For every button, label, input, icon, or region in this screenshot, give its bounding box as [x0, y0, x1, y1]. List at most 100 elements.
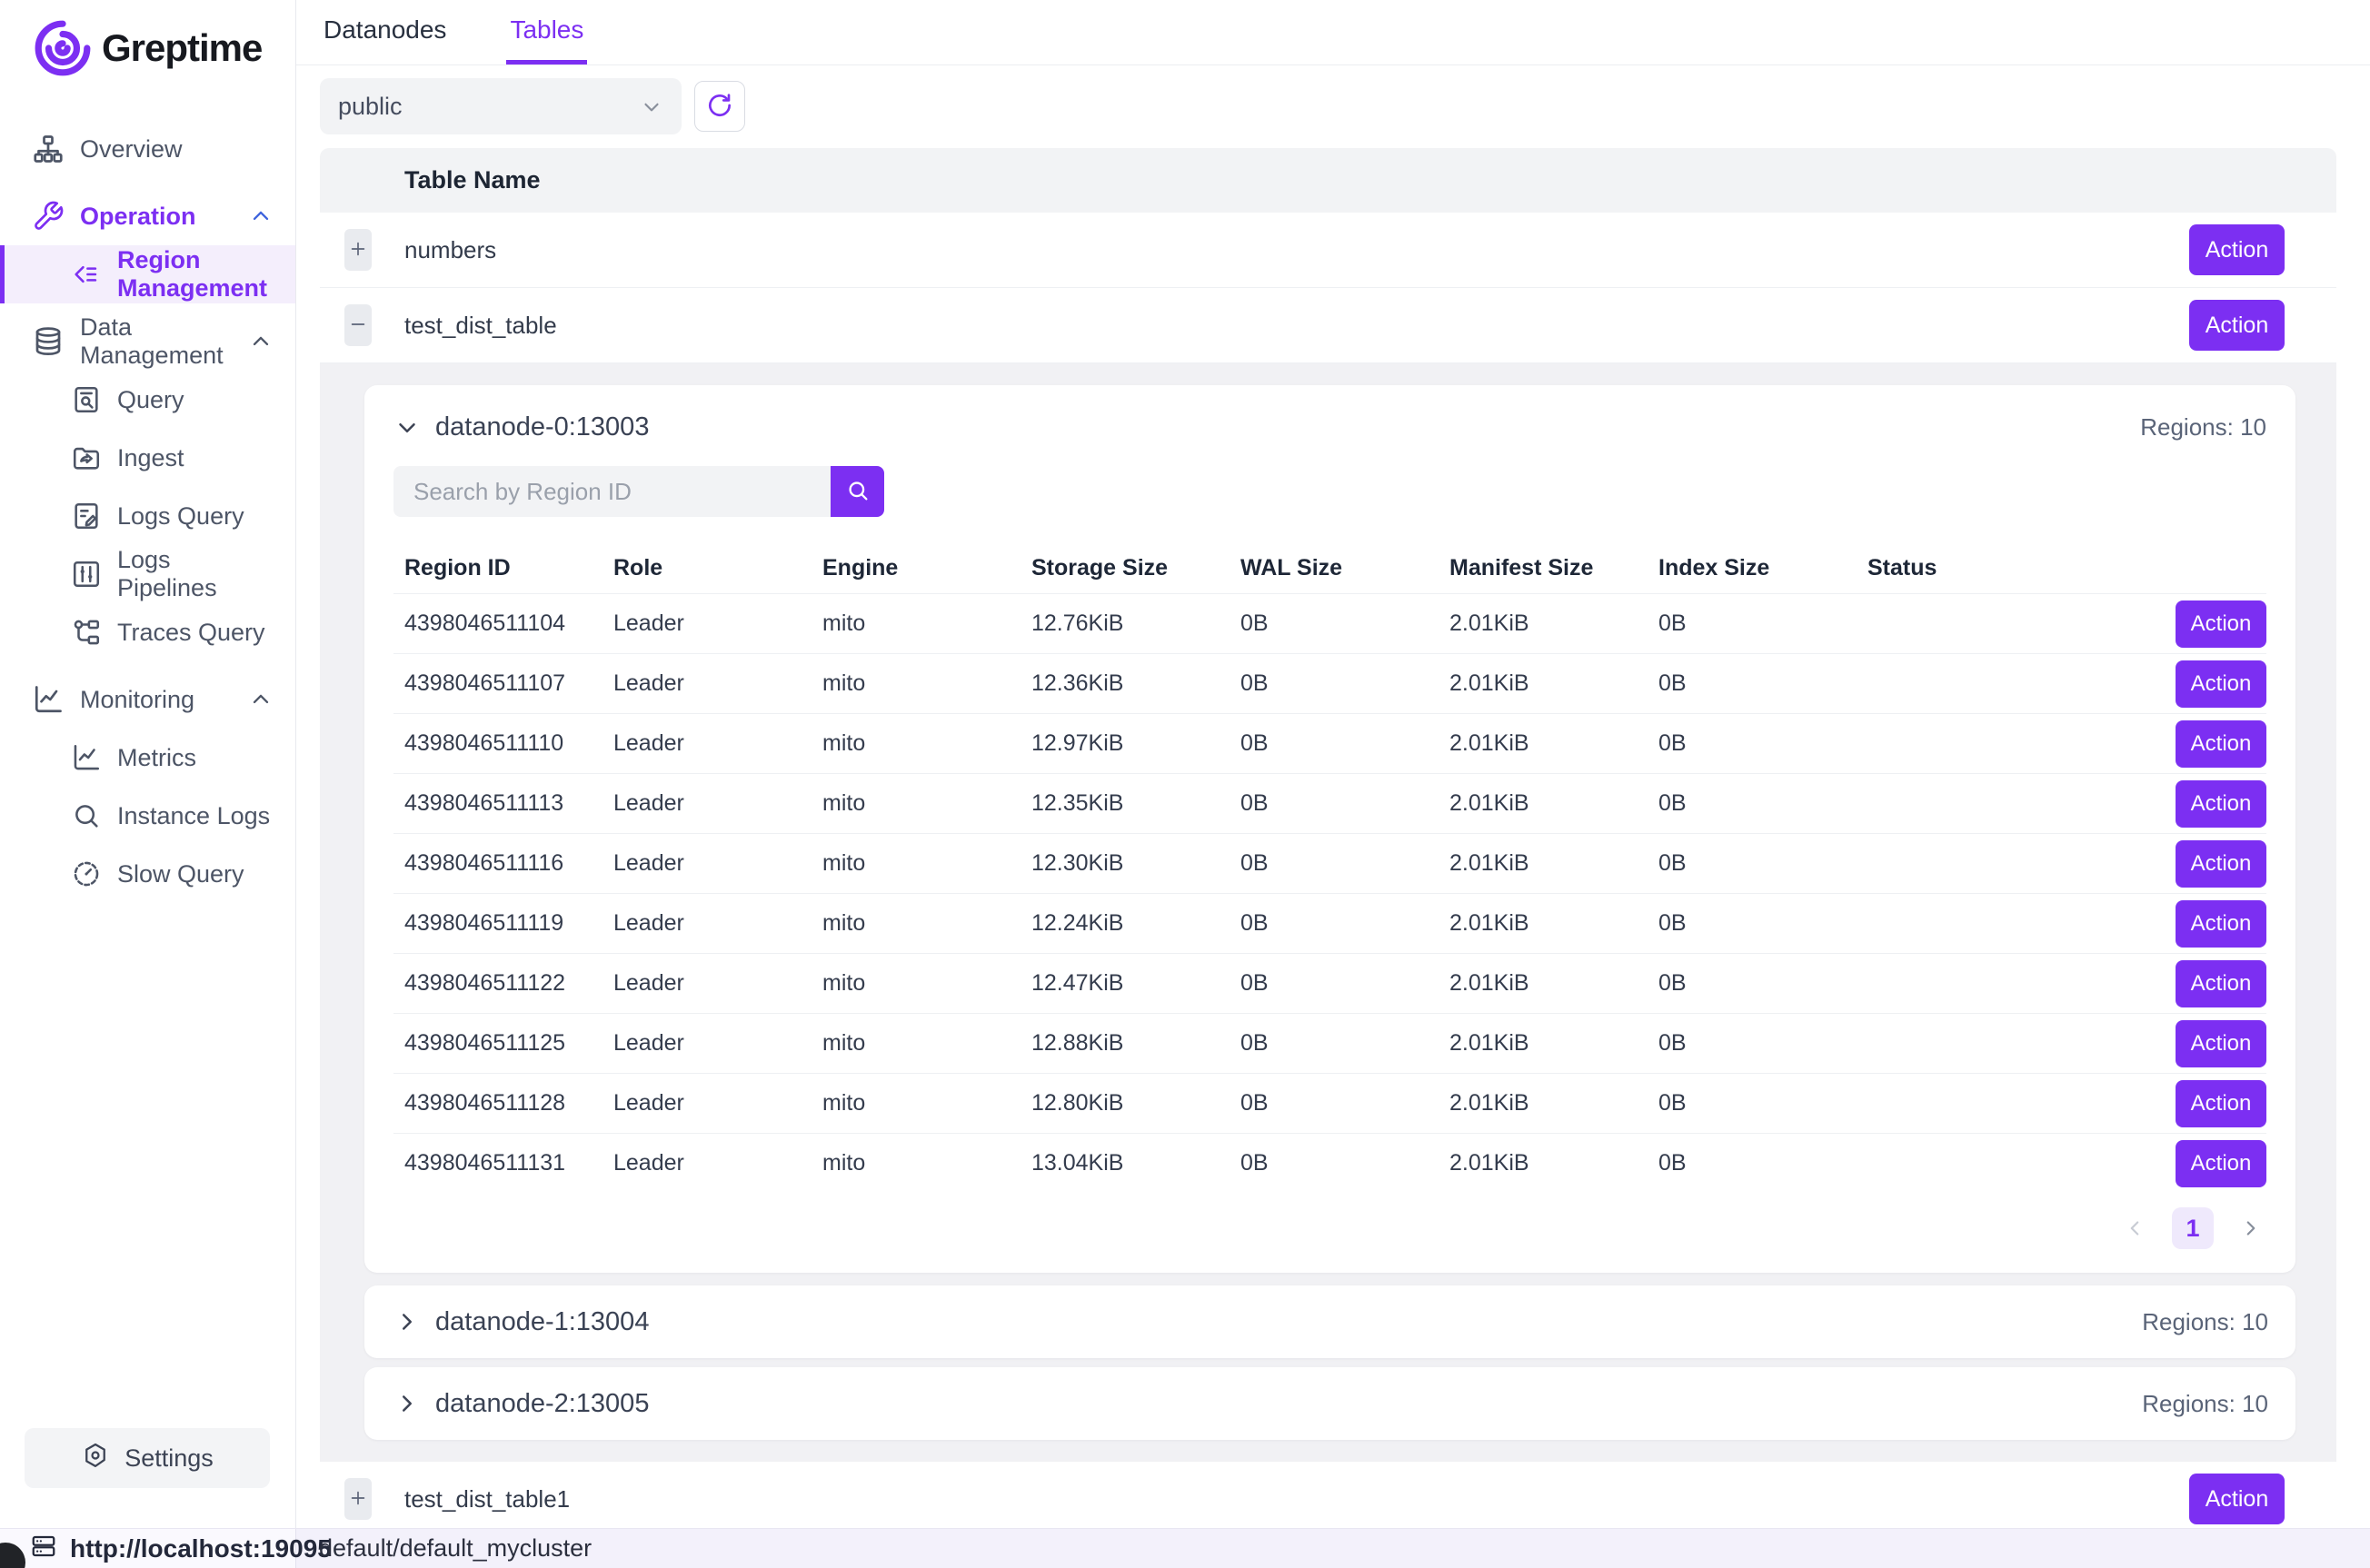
sidebar-item-traces-query[interactable]: Traces Query	[0, 603, 295, 661]
region-action-button[interactable]: Action	[2176, 1080, 2266, 1127]
sidebar-item-ingest[interactable]: Ingest	[0, 429, 295, 487]
logo[interactable]: Greptime	[0, 0, 295, 78]
sidebar-item-label: Logs Query	[117, 502, 244, 531]
server-url[interactable]: http://localhost:19095	[70, 1534, 332, 1563]
datanode-title: datanode-1:13004	[435, 1307, 649, 1337]
collapse-button[interactable]	[344, 304, 372, 346]
storage-size-cell: 12.76KiB	[1031, 610, 1240, 637]
index-size-cell: 0B	[1658, 610, 1867, 637]
sidebar-item-query[interactable]: Query	[0, 371, 295, 429]
chevron-up-icon	[248, 329, 274, 354]
doc-edit-icon	[71, 501, 102, 531]
region-table-header: Region IDRoleEngineStorage SizeWAL SizeM…	[393, 542, 2266, 593]
chevron-down-icon[interactable]	[393, 414, 421, 442]
region-row-4398046511122: 4398046511122Leadermito12.47KiB0B2.01KiB…	[393, 953, 2266, 1013]
engine-cell: mito	[822, 610, 1031, 637]
wal-size-cell: 0B	[1240, 910, 1449, 937]
engine-cell: mito	[822, 1090, 1031, 1116]
region-action-button[interactable]: Action	[2176, 600, 2266, 648]
sidebar-item-label: Overview	[80, 135, 183, 164]
expand-button[interactable]	[344, 1478, 372, 1520]
region-search-button[interactable]	[831, 466, 884, 517]
sidebar-item-instance-logs[interactable]: Instance Logs	[0, 787, 295, 845]
sidebar-item-slow-query[interactable]: Slow Query	[0, 845, 295, 903]
region-id-cell: 4398046511116	[404, 850, 613, 877]
table-row-numbers: numbers Action	[320, 213, 2336, 288]
region-id-cell: 4398046511107	[404, 670, 613, 697]
content: public Table Name	[296, 65, 2370, 1528]
sidebar-item-overview[interactable]: Overview	[0, 120, 295, 178]
sidebar-item-label: Traces Query	[117, 619, 265, 647]
folder-ingest-icon	[71, 442, 102, 473]
region-action-button[interactable]: Action	[2176, 1140, 2266, 1187]
tab-tables[interactable]: Tables	[506, 0, 587, 65]
database-icon	[32, 325, 65, 358]
region-row-4398046511125: 4398046511125Leadermito12.88KiB0B2.01KiB…	[393, 1013, 2266, 1073]
action-button[interactable]: Action	[2189, 224, 2285, 275]
manifest-size-cell: 2.01KiB	[1449, 850, 1658, 877]
column-header-wal-size: WAL Size	[1240, 555, 1449, 581]
sidebar-item-data-management[interactable]: Data Management	[0, 313, 295, 371]
expanded-datanode-section: datanode-0:13003 Regions: 10	[320, 363, 2336, 1462]
wal-size-cell: 0B	[1240, 1090, 1449, 1116]
column-header-region-id: Region ID	[404, 555, 613, 581]
datanode-1-card[interactable]: datanode-1:13004 Regions: 10	[364, 1285, 2295, 1358]
pagination: 1	[393, 1207, 2266, 1249]
cluster-name[interactable]: default/default_mycluster	[319, 1534, 592, 1563]
action-cell: Action	[2130, 1020, 2266, 1067]
sidebar-item-operation[interactable]: Operation	[0, 187, 295, 245]
action-cell: Action	[2130, 780, 2266, 828]
search-icon	[845, 478, 871, 506]
storage-size-cell: 12.24KiB	[1031, 910, 1240, 937]
toolbar: public	[320, 78, 2370, 134]
wal-size-cell: 0B	[1240, 1030, 1449, 1057]
table-row-test-dist-table: test_dist_table Action	[320, 288, 2336, 363]
logo-text: Greptime	[102, 26, 262, 70]
sidebar-item-monitoring[interactable]: Monitoring	[0, 670, 295, 729]
settings-button[interactable]: Settings	[25, 1428, 270, 1488]
wal-size-cell: 0B	[1240, 1150, 1449, 1176]
index-size-cell: 0B	[1658, 1030, 1867, 1057]
region-search-input[interactable]	[393, 466, 831, 517]
action-button[interactable]: Action	[2189, 1474, 2285, 1524]
datanode-0-header[interactable]: datanode-0:13003 Regions: 10	[393, 412, 2266, 442]
region-action-button[interactable]: Action	[2176, 900, 2266, 948]
main-area: Datanodes Tables public	[296, 0, 2370, 1528]
action-cell: Action	[2130, 660, 2266, 708]
index-size-cell: 0B	[1658, 1090, 1867, 1116]
role-cell: Leader	[613, 1090, 822, 1116]
wal-size-cell: 0B	[1240, 730, 1449, 757]
region-id-cell: 4398046511113	[404, 790, 613, 817]
region-action-button[interactable]: Action	[2176, 780, 2266, 828]
manifest-size-cell: 2.01KiB	[1449, 610, 1658, 637]
schema-select[interactable]: public	[320, 78, 682, 134]
region-action-button[interactable]: Action	[2176, 1020, 2266, 1067]
refresh-button[interactable]	[694, 81, 745, 132]
chevron-left-icon[interactable]	[2123, 1216, 2146, 1240]
action-button[interactable]: Action	[2189, 300, 2285, 351]
wal-size-cell: 0B	[1240, 610, 1449, 637]
sidebar-item-logs-query[interactable]: Logs Query	[0, 487, 295, 545]
region-row-4398046511107: 4398046511107Leadermito12.36KiB0B2.01KiB…	[393, 653, 2266, 713]
chevron-right-icon[interactable]	[2239, 1216, 2263, 1240]
sidebar-item-region-management[interactable]: Region Management	[0, 245, 295, 303]
region-action-button[interactable]: Action	[2176, 720, 2266, 768]
tab-datanodes[interactable]: Datanodes	[320, 0, 450, 65]
wal-size-cell: 0B	[1240, 790, 1449, 817]
expand-button[interactable]	[344, 229, 372, 271]
schema-select-value: public	[338, 93, 403, 121]
manifest-size-cell: 2.01KiB	[1449, 970, 1658, 997]
chevron-right-icon[interactable]	[393, 1308, 421, 1335]
sidebar-item-logs-pipelines[interactable]: Logs Pipelines	[0, 545, 295, 603]
role-cell: Leader	[613, 850, 822, 877]
app-window: Greptime Overview OperationRegion Managem…	[0, 0, 2370, 1528]
region-id-cell: 4398046511131	[404, 1150, 613, 1176]
region-action-button[interactable]: Action	[2176, 840, 2266, 888]
sidebar-item-metrics[interactable]: Metrics	[0, 729, 295, 787]
region-management-icon	[71, 259, 102, 290]
page-number[interactable]: 1	[2172, 1207, 2214, 1249]
chevron-right-icon[interactable]	[393, 1390, 421, 1417]
region-action-button[interactable]: Action	[2176, 960, 2266, 1007]
region-action-button[interactable]: Action	[2176, 660, 2266, 708]
datanode-2-card[interactable]: datanode-2:13005 Regions: 10	[364, 1367, 2295, 1440]
